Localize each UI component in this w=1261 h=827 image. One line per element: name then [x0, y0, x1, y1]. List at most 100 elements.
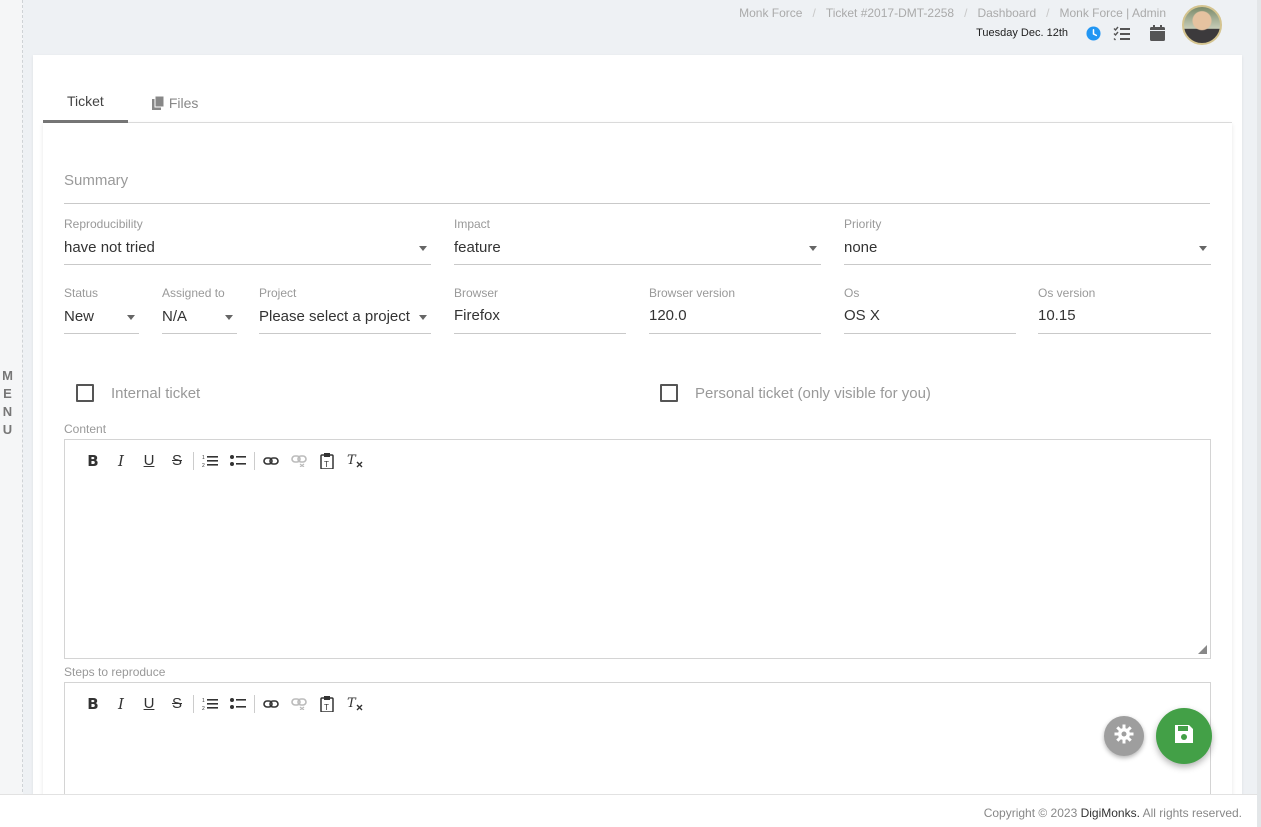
tab-files[interactable]: Files	[128, 82, 223, 123]
breadcrumb-item[interactable]: Monk Force	[739, 6, 802, 20]
os-field: Os OS X	[844, 286, 1016, 334]
page-scrollbar[interactable]	[1257, 0, 1261, 827]
reproducibility-field: Reproducibility have not tried	[64, 217, 431, 265]
ordered-list-icon[interactable]: 12	[196, 447, 224, 475]
link-icon[interactable]	[257, 690, 285, 718]
impact-field: Impact feature	[454, 217, 821, 265]
brand-link[interactable]: DigiMonks.	[1081, 806, 1140, 820]
tab-label: Files	[168, 94, 199, 111]
strikethrough-button[interactable]: S	[163, 447, 191, 475]
resize-handle[interactable]	[1198, 645, 1207, 654]
project-select[interactable]: Please select a project	[259, 302, 431, 334]
settings-fab[interactable]	[1104, 716, 1144, 756]
assigned-select[interactable]: N/A	[162, 302, 237, 334]
svg-text:2: 2	[202, 706, 205, 711]
chevron-down-icon	[419, 315, 427, 320]
bullet-list-icon[interactable]	[224, 447, 252, 475]
header-toolbar: Tuesday Dec. 12th	[976, 24, 1166, 42]
clear-format-icon[interactable]: T	[341, 447, 369, 475]
checkbox-box[interactable]	[660, 384, 678, 402]
svg-text:2: 2	[202, 463, 205, 468]
browser-version-label: Browser version	[649, 286, 736, 300]
os-label: Os	[844, 286, 860, 300]
tasks-icon[interactable]	[1112, 24, 1130, 42]
current-date: Tuesday Dec. 12th	[976, 27, 1068, 39]
toolbar-divider	[254, 451, 255, 470]
side-menu[interactable]: MENU	[0, 0, 23, 827]
bullet-list-icon[interactable]	[224, 690, 252, 718]
chevron-down-icon	[419, 246, 427, 251]
page-footer: Copyright © 2023 DigiMonks. All rights r…	[0, 794, 1257, 827]
breadcrumb: Monk Force / Ticket #2017-DMT-2258/ Dashb…	[739, 6, 1166, 20]
unlink-icon[interactable]	[285, 690, 313, 718]
bold-button[interactable]: B	[79, 690, 107, 718]
bold-button[interactable]: B	[79, 447, 107, 475]
status-select[interactable]: New	[64, 302, 139, 334]
internal-ticket-label: Internal ticket	[111, 384, 201, 402]
status-label: Status	[64, 286, 99, 300]
chevron-down-icon	[1199, 246, 1207, 251]
underline-button[interactable]: U	[135, 690, 163, 718]
personal-ticket-checkbox[interactable]: Personal ticket (only visible for you)	[660, 384, 931, 402]
toolbar-divider	[254, 694, 255, 713]
browser-input[interactable]: Firefox	[454, 302, 626, 334]
internal-ticket-checkbox[interactable]: Internal ticket	[76, 384, 200, 402]
editor-toolbar: B I U S 12 T T	[65, 440, 1210, 481]
paste-text-icon[interactable]: T	[313, 690, 341, 718]
toolbar-divider	[193, 694, 194, 713]
impact-label: Impact	[454, 217, 491, 231]
gear-icon	[1114, 724, 1134, 749]
unlink-icon[interactable]	[285, 447, 313, 475]
chevron-down-icon	[127, 315, 135, 320]
save-fab[interactable]	[1156, 708, 1212, 764]
clock-icon[interactable]	[1084, 24, 1102, 42]
browser-version-field: Browser version 120.0	[649, 286, 821, 334]
reproducibility-select[interactable]: have not tried	[64, 233, 431, 265]
content-editor[interactable]: B I U S 12 T T	[64, 439, 1211, 659]
breadcrumb-item[interactable]: Ticket #2017-DMT-2258	[826, 6, 954, 20]
reproducibility-label: Reproducibility	[64, 217, 143, 231]
browser-label: Browser	[454, 286, 499, 300]
svg-text:T: T	[347, 453, 357, 468]
ordered-list-icon[interactable]: 12	[196, 690, 224, 718]
chevron-down-icon	[809, 246, 817, 251]
menu-label[interactable]: MENU	[0, 368, 15, 440]
tab-ticket[interactable]: Ticket	[43, 82, 128, 123]
link-icon[interactable]	[257, 447, 285, 475]
svg-text:1: 1	[202, 455, 205, 461]
summary-input[interactable]: Summary	[64, 163, 1210, 204]
priority-label: Priority	[844, 217, 882, 231]
ticket-card: Ticket Files Summary Reproducibility hav…	[33, 55, 1242, 822]
toolbar-divider	[193, 451, 194, 470]
underline-button[interactable]: U	[135, 447, 163, 475]
assigned-label: Assigned to	[162, 286, 225, 300]
paste-text-icon[interactable]: T	[313, 447, 341, 475]
italic-button[interactable]: I	[107, 690, 135, 718]
svg-text:T: T	[324, 703, 329, 712]
calendar-icon[interactable]	[1148, 24, 1166, 42]
project-label: Project	[259, 286, 297, 300]
ticket-form: Summary Reproducibility have not tried I…	[43, 123, 1232, 822]
os-version-input[interactable]: 10.15	[1038, 302, 1211, 334]
rights-text: All rights reserved.	[1142, 806, 1242, 820]
clear-format-icon[interactable]: T	[341, 690, 369, 718]
breadcrumb-item[interactable]: Monk Force | Admin	[1060, 6, 1167, 20]
browser-field: Browser Firefox	[454, 286, 626, 334]
browser-version-input[interactable]: 120.0	[649, 302, 821, 334]
editor-toolbar: B I U S 12 T T	[65, 683, 1210, 724]
checkbox-box[interactable]	[76, 384, 94, 402]
copy-icon	[151, 95, 165, 110]
strikethrough-button[interactable]: S	[163, 690, 191, 718]
priority-select[interactable]: none	[844, 233, 1211, 265]
impact-select[interactable]: feature	[454, 233, 821, 265]
steps-label: Steps to reproduce	[64, 665, 166, 679]
chevron-down-icon	[225, 315, 233, 320]
breadcrumb-item[interactable]: Dashboard	[977, 6, 1036, 20]
os-input[interactable]: OS X	[844, 302, 1016, 334]
tab-bar: Ticket Files	[43, 82, 1232, 123]
save-icon	[1174, 724, 1194, 749]
user-avatar[interactable]	[1182, 5, 1222, 45]
italic-button[interactable]: I	[107, 447, 135, 475]
content-label: Content	[64, 422, 107, 436]
priority-field: Priority none	[844, 217, 1211, 265]
